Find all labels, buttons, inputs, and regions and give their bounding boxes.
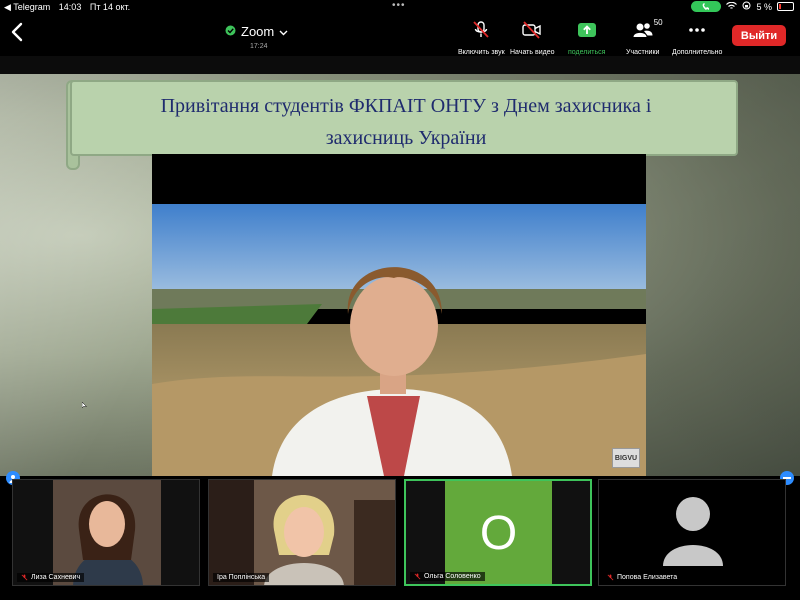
mic-off-icon <box>21 574 28 581</box>
video-watermark-logo: BIGVU <box>612 448 640 468</box>
unmute-button[interactable]: Включить звук <box>458 20 505 56</box>
participant-video <box>13 480 199 585</box>
participant-name: Попова Елизавета <box>617 574 678 581</box>
chevron-down-icon <box>279 24 288 39</box>
status-right: 5 % <box>691 1 794 12</box>
mic-off-icon <box>607 574 614 581</box>
meeting-name: Zoom <box>241 24 275 39</box>
pointer-cursor-icon <box>81 396 88 409</box>
mic-off-icon <box>414 573 421 580</box>
meeting-toolbar: Zoom 17:24 Включить звук Начать видео по… <box>0 14 800 56</box>
start-video-label: Начать видео <box>510 49 555 56</box>
avatar-initial: O <box>479 507 518 560</box>
video-frame-image <box>152 204 646 476</box>
more-button[interactable]: Дополнительно <box>672 20 722 56</box>
status-bar: ◀ Telegram 14:03 Пт 14 окт. ••• 5 % <box>0 0 800 14</box>
participant-video <box>209 480 395 585</box>
default-avatar-icon <box>599 480 785 585</box>
participant-tile-active[interactable]: O Ольга Соловенко <box>404 479 592 586</box>
participant-tile[interactable]: Іра Поплінська <box>208 479 396 586</box>
mic-off-icon <box>472 20 490 45</box>
slide-title-line-1: Привітання студентів ФКПАІТ ОНТУ з Днем … <box>160 95 652 117</box>
share-screen-icon <box>577 20 597 45</box>
participants-label: Участники <box>626 49 660 56</box>
participant-name: Іра Поплінська <box>217 574 266 581</box>
slide-title-line-2: захисниць України <box>325 127 487 149</box>
participants-count: 50 <box>653 18 663 27</box>
wifi-icon <box>726 1 738 12</box>
back-chevron-icon[interactable] <box>10 22 28 44</box>
date: Пт 14 окт. <box>89 2 131 12</box>
participant-tile[interactable]: Лиза Сахневич <box>12 479 200 586</box>
more-dots-icon <box>687 20 707 45</box>
participant-name: Лиза Сахневич <box>31 574 81 581</box>
meeting-title-dropdown[interactable]: Zoom <box>225 24 288 39</box>
participant-name-tag: Ольга Соловенко <box>410 572 485 581</box>
battery-percent: 5 % <box>756 1 772 12</box>
more-label: Дополнительно <box>672 49 723 56</box>
leave-meeting-button[interactable]: Выйти <box>732 25 786 46</box>
slide-title: Привітання студентів ФКПАІТ ОНТУ з Днем … <box>96 90 716 154</box>
participant-name-tag: Лиза Сахневич <box>17 573 85 582</box>
start-video-button[interactable]: Начать видео <box>510 20 554 56</box>
participant-name: Ольга Соловенко <box>424 573 481 580</box>
status-left: ◀ Telegram 14:03 Пт 14 окт. <box>4 2 136 13</box>
participant-name-tag: Іра Поплінська <box>213 573 270 582</box>
multitasking-dots-icon[interactable]: ••• <box>392 0 406 11</box>
share-label: поделиться <box>568 49 606 56</box>
unmute-label: Включить звук <box>458 49 505 56</box>
share-screen-button[interactable]: поделиться <box>568 20 605 56</box>
participant-avatar-initial: O <box>445 481 552 584</box>
battery-icon <box>777 2 794 11</box>
meeting-duration: 17:24 <box>250 43 268 50</box>
video-off-icon <box>521 20 543 45</box>
call-active-icon[interactable] <box>691 1 722 12</box>
embedded-video[interactable]: BIGVU <box>152 154 646 476</box>
shield-check-icon <box>225 24 236 39</box>
participant-tile[interactable]: Попова Елизавета <box>598 479 786 586</box>
participant-name-tag: Попова Елизавета <box>603 573 682 582</box>
clock: 14:03 <box>58 2 82 12</box>
participants-button[interactable]: 50 Участники <box>626 18 663 56</box>
participants-icon: 50 <box>632 18 663 45</box>
orientation-lock-icon <box>742 1 751 12</box>
back-to-telegram-link[interactable]: ◀ Telegram <box>4 2 50 12</box>
